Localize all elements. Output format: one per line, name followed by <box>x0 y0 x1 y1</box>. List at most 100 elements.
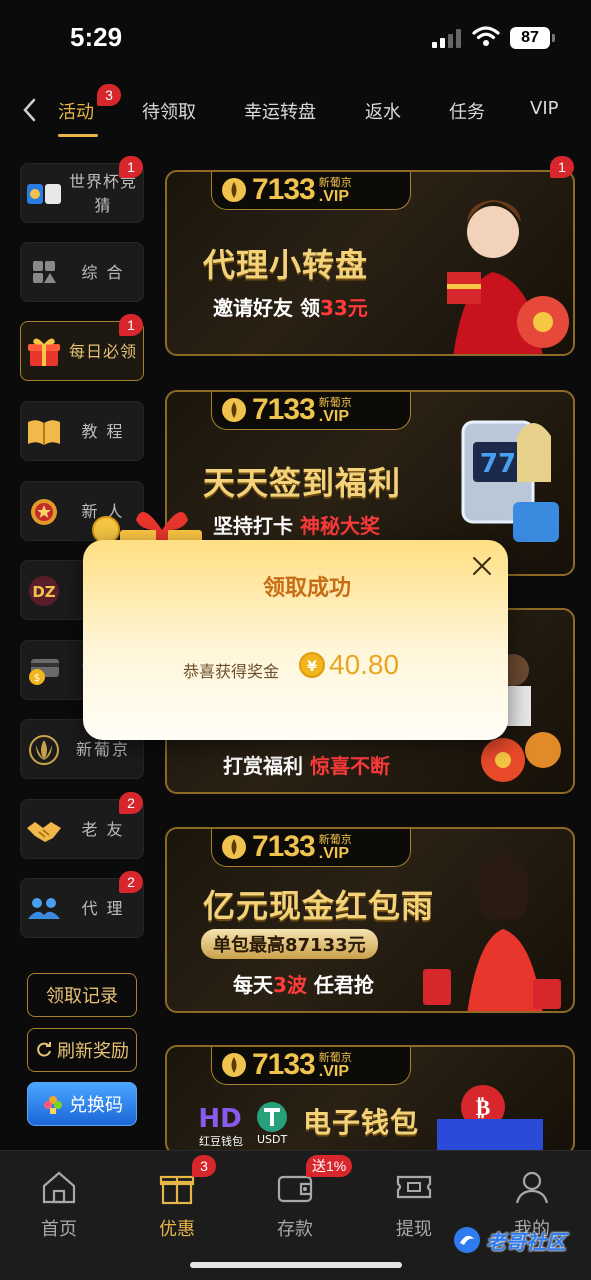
bottom-nav: 首页 优惠 3 存款 送1% 提现 我的 <box>0 1150 591 1280</box>
banner-subtitle: 邀请好友 领33元 <box>213 296 368 320</box>
banner-title: 电子钱包 <box>303 1106 420 1139</box>
nav-label: 优惠 <box>159 1219 195 1240</box>
brand-logo: 7133 新葡京 .VIP <box>211 829 411 867</box>
tab-activity[interactable]: 活动 <box>58 98 94 124</box>
gift-icon <box>28 338 60 366</box>
nav-promotions-badge: 3 <box>192 1155 216 1177</box>
svg-text:77: 77 <box>480 449 516 479</box>
sidebar-item-label: 教 程 <box>81 422 125 441</box>
nav-deposit[interactable]: 存款 <box>255 1167 335 1240</box>
nav-withdraw[interactable]: 提现 <box>374 1167 454 1240</box>
banner-subtitle: 打赏福利 惊喜不断 <box>223 754 390 778</box>
modal-title: 领取成功 <box>263 576 352 601</box>
sidebar-item-general[interactable]: 综 合 <box>20 242 144 302</box>
usdt-icon <box>257 1102 287 1132</box>
nav-deposit-badge: 送1% <box>306 1155 353 1177</box>
banner-max-packet: 单包最高87133元 <box>201 929 378 959</box>
top-tabs: 活动 3 待领取 幸运转盘 返水 任务 VIP <box>0 82 591 142</box>
redeem-code-button[interactable]: 兑换码 <box>27 1082 137 1126</box>
lotus-icon <box>222 1052 246 1077</box>
banner-title: 天天签到福利 <box>203 464 402 502</box>
nav-label: 提现 <box>396 1219 432 1240</box>
sidebar-badge: 2 <box>119 792 143 814</box>
banner-illustration <box>423 854 561 1011</box>
lotus-icon <box>222 834 246 859</box>
redeem-label: 兑换码 <box>69 1095 123 1116</box>
modal-message: 恭喜获得奖金 <box>183 662 280 681</box>
brand-logo: 7133 新葡京 .VIP <box>211 392 411 430</box>
status-time: 5:29 <box>70 22 123 52</box>
nav-home[interactable]: 首页 <box>19 1167 99 1240</box>
yuan-coin-icon: ¥ <box>299 652 325 678</box>
signal-icon <box>432 28 464 48</box>
tab-lucky-wheel[interactable]: 幸运转盘 <box>244 98 316 124</box>
svg-text:₿: ₿ <box>476 1096 491 1121</box>
banner-subtitle: 每天3波 任君抢 <box>233 973 374 997</box>
tab-vip[interactable]: VIP <box>530 98 558 119</box>
wallet-label-usdt: USDT <box>257 1133 288 1146</box>
brand-logo: 7133 新葡京 .VIP <box>211 172 411 210</box>
success-modal: 领取成功 恭喜获得奖金 ¥ 40.80 <box>83 540 508 740</box>
gift-box-icon <box>159 1175 195 1205</box>
hd-wallet-icon: HD <box>199 1104 241 1133</box>
svg-text:DZ: DZ <box>32 583 55 601</box>
tab-tasks[interactable]: 任务 <box>449 98 485 124</box>
banner-title: 代理小转盘 <box>203 246 369 284</box>
dragon-logo-icon <box>454 1227 480 1253</box>
status-bar: 5:29 87 <box>0 0 591 80</box>
slot-icon: DZ <box>29 576 59 606</box>
home-icon <box>42 1171 76 1204</box>
world-cup-icon <box>27 184 61 204</box>
claim-records-button[interactable]: 领取记录 <box>27 973 137 1017</box>
user-icon <box>515 1171 549 1204</box>
ticket-icon <box>396 1175 432 1199</box>
refresh-rewards-button[interactable]: 刷新奖励 <box>27 1028 137 1072</box>
wallet-label-hd: 红豆钱包 <box>199 1135 243 1148</box>
reward-amount: 40.80 <box>329 649 400 680</box>
brand-number: 7133 <box>252 829 316 863</box>
sidebar-badge: 1 <box>119 156 143 178</box>
nav-label: 存款 <box>277 1219 313 1240</box>
banner-illustration: ₿ <box>437 1085 543 1153</box>
tab-underline <box>58 134 98 137</box>
brand-number: 7133 <box>252 1047 316 1081</box>
card-icon: $ <box>29 659 59 685</box>
nav-promotions[interactable]: 优惠 <box>137 1167 217 1240</box>
sidebar-item-tutorial[interactable]: 教 程 <box>20 401 144 461</box>
tab-rebate[interactable]: 返水 <box>365 98 401 124</box>
banner-illustration <box>447 200 569 354</box>
book-icon <box>28 420 60 445</box>
brand-bottom: .VIP <box>318 187 349 205</box>
grid-icon <box>33 261 56 283</box>
brand-logo: 7133 新葡京 .VIP <box>211 1047 411 1085</box>
medal-icon <box>31 499 57 525</box>
banner-red-packet-rain[interactable]: 7133 新葡京 .VIP 亿元现金红包雨 单包最高87133元 每天3波 任君抢 <box>165 827 575 1013</box>
refresh-icon <box>37 1042 51 1057</box>
refresh-label: 刷新奖励 <box>57 1041 129 1062</box>
lotus-icon <box>222 177 246 202</box>
sidebar-item-agent[interactable]: 代 理 2 <box>20 871 144 938</box>
nav-label: 首页 <box>41 1219 77 1240</box>
brand-bottom: .VIP <box>318 407 349 425</box>
sidebar-item-old-friends[interactable]: 老 友 2 <box>20 792 144 859</box>
sidebar-badge: 1 <box>119 314 143 336</box>
brand-number: 7133 <box>252 172 316 206</box>
tab-pending[interactable]: 待领取 <box>142 98 196 124</box>
brand-number: 7133 <box>252 392 316 426</box>
banner-e-wallet[interactable]: 7133 新葡京 .VIP HD 红豆钱包 USDT 电子钱包 ₿ <box>165 1045 575 1155</box>
home-indicator <box>190 1262 402 1268</box>
wifi-icon <box>472 26 500 46</box>
brand-bottom: .VIP <box>318 844 349 862</box>
banner-badge: 1 <box>550 156 574 178</box>
battery-icon: 87 <box>510 27 555 49</box>
banner-agent-wheel[interactable]: 7133 新葡京 .VIP 代理小转盘 邀请好友 领33元 <box>165 170 575 356</box>
back-chevron-icon[interactable] <box>16 92 42 128</box>
flower-icon <box>44 1096 62 1114</box>
lotus-icon <box>222 397 246 422</box>
close-icon[interactable] <box>470 554 494 578</box>
sidebar-badge: 2 <box>119 871 143 893</box>
tab-activity-badge: 3 <box>97 84 121 106</box>
sidebar-item-world-cup[interactable]: 世界杯竞猜 1 <box>20 156 144 223</box>
sidebar-item-daily[interactable]: 每日必领 1 <box>20 314 144 381</box>
people-icon <box>28 898 60 919</box>
